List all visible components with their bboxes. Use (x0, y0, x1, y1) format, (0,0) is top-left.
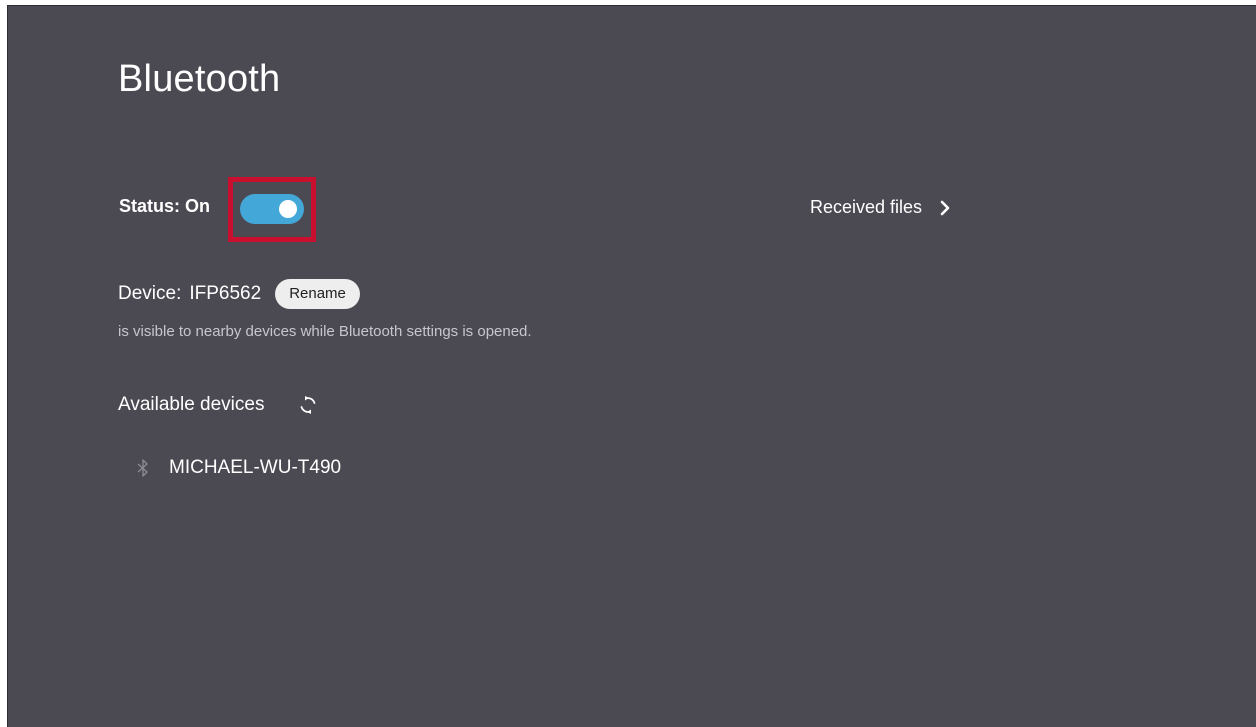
refresh-icon[interactable] (298, 395, 318, 415)
visibility-note: is visible to nearby devices while Bluet… (118, 323, 532, 340)
received-files-link[interactable]: Received files (810, 197, 950, 218)
bluetooth-toggle[interactable] (240, 194, 304, 224)
device-list-item-name: MICHAEL-WU-T490 (169, 457, 342, 478)
device-row: Device: IFP6562 Rename (118, 279, 360, 309)
available-devices-header: Available devices (118, 394, 318, 416)
bluetooth-settings-screen: Bluetooth Status: On Received files Devi… (7, 5, 1256, 727)
status-row: Status: On (119, 196, 210, 217)
chevron-right-icon (940, 200, 950, 215)
toggle-knob (279, 200, 297, 218)
received-files-label: Received files (810, 197, 923, 217)
device-name: IFP6562 (189, 283, 262, 304)
available-devices-label: Available devices (118, 394, 265, 415)
page-title: Bluetooth (118, 58, 281, 100)
status-label: Status: On (119, 196, 211, 216)
list-item[interactable]: MICHAEL-WU-T490 (136, 457, 341, 479)
rename-button[interactable]: Rename (275, 279, 360, 309)
bluetooth-icon (137, 459, 148, 477)
device-label: Device: (118, 283, 182, 304)
